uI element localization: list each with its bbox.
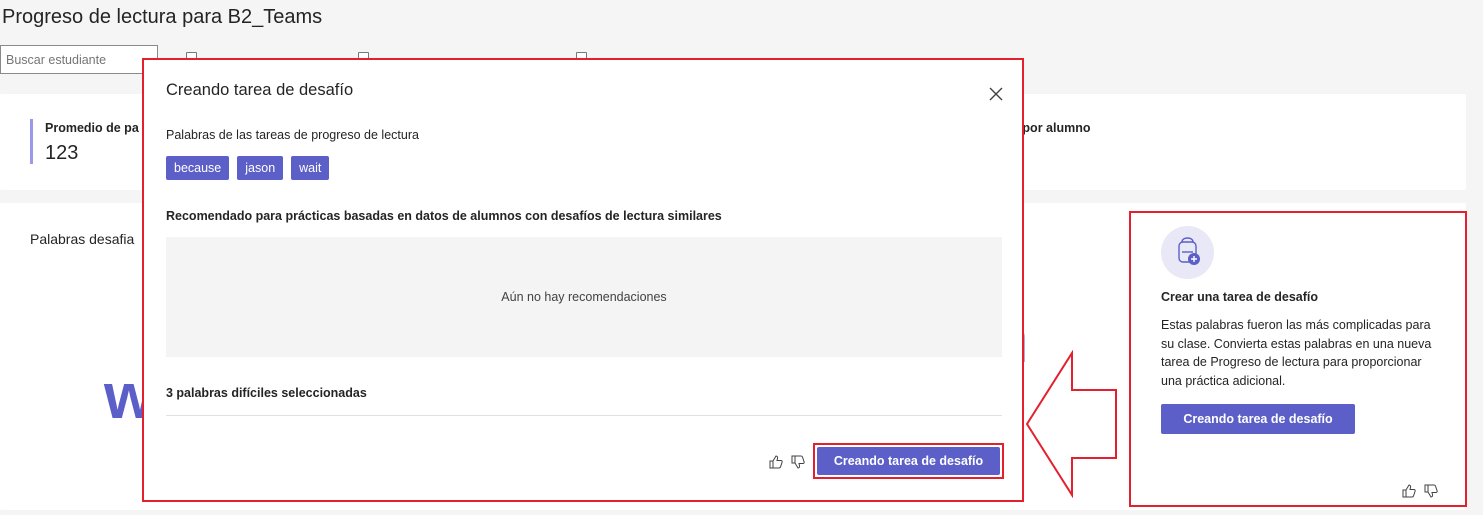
thumbs-down-icon[interactable] (790, 454, 806, 470)
challenge-card: Crear una tarea de desafío Estas palabra… (1129, 211, 1467, 507)
recommendation-label: Recomendado para prácticas basadas en da… (166, 209, 722, 223)
challenge-icon (1161, 226, 1214, 279)
search-input[interactable] (0, 45, 158, 74)
challenge-modal: Creando tarea de desafío Palabras de las… (142, 58, 1024, 502)
create-challenge-card-button[interactable]: Creando tarea de desafío (1161, 404, 1355, 434)
card-feedback (1401, 483, 1439, 499)
arrow-left-icon (1025, 350, 1117, 498)
words-label: Palabras de las tareas de progreso de le… (166, 128, 419, 142)
stat-label: Promedio de pa (45, 121, 139, 135)
thumbs-up-icon[interactable] (768, 454, 784, 470)
recommendation-area: Aún no hay recomendaciones (166, 237, 1002, 357)
word-chip[interactable]: jason (237, 156, 284, 180)
create-challenge-button[interactable]: Creando tarea de desafío (817, 447, 1000, 475)
page-title: Progreso de lectura para B2_Teams (2, 6, 323, 28)
modal-divider (166, 415, 1002, 416)
thumbs-up-icon[interactable] (1401, 483, 1417, 499)
thumbs-down-icon[interactable] (1423, 483, 1439, 499)
close-icon[interactable] (987, 85, 1005, 103)
challenge-description: Estas palabras fueron las más complicada… (1161, 318, 1432, 388)
stat-accent-bar (30, 119, 33, 164)
recommendation-empty-text: Aún no hay recomendaciones (501, 290, 667, 304)
modal-title: Creando tarea de desafío (166, 81, 354, 99)
challenge-title: Crear una tarea de desafío (1161, 290, 1319, 304)
word-chip[interactable]: because (166, 156, 230, 180)
challenging-words-title: Palabras desafia (30, 231, 135, 247)
backpack-add-icon (1178, 237, 1200, 265)
stat-value: 123 (45, 142, 79, 164)
word-chips: because jason wait (166, 156, 330, 180)
word-chip[interactable]: wait (291, 156, 330, 180)
modal-feedback (768, 454, 806, 470)
selected-count: 3 palabras difíciles seleccionadas (166, 386, 367, 400)
